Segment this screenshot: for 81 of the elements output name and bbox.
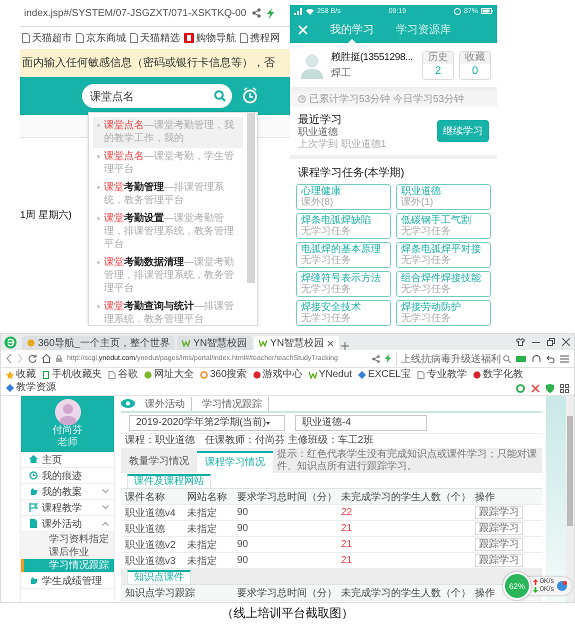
table-cell-text: 未指定 [187, 554, 217, 568]
table-cell-text: 未指定 [187, 506, 217, 520]
browser-tab[interactable]: YN智慧校园 [177, 336, 252, 350]
nav-item[interactable]: 课程教学 [21, 500, 114, 516]
column-header: 知识点学习跟踪 [125, 586, 195, 600]
table-cell: 21 [341, 555, 352, 566]
breadcrumb-link[interactable]: 学习情况跟踪 [196, 396, 269, 410]
table-cell: 90 [237, 507, 248, 518]
table-cell-text: 职业道德v2 [125, 538, 176, 552]
user-role: 焊工 [331, 67, 352, 80]
suggestion-item[interactable]: 课堂考勤查询与统计—排课管理系统，教务管理平台 [93, 298, 243, 326]
column-header: 未完成学习的学生人数（个） [341, 586, 471, 600]
user-name: 赖胜挺(13551298... [331, 50, 414, 64]
table-cell-text: 职业道德v3 [125, 554, 176, 568]
column-header: 操作 [475, 586, 495, 600]
browser-tab[interactable]: YN智慧校园 [254, 336, 340, 350]
nav-item[interactable]: 我的教案 [21, 484, 114, 500]
table-cell: 21 [341, 539, 352, 550]
table-cell-text: 职业道德 [125, 522, 165, 536]
bookmark-link[interactable]: 游戏中心 [252, 369, 303, 381]
nav-subitem[interactable]: 学习资料指定 [21, 533, 114, 546]
bookmark-link[interactable]: YNedut [308, 369, 352, 381]
breadcrumb-link[interactable]: 课外活动 [139, 396, 192, 410]
bookmark-link[interactable]: 携程网 [240, 31, 280, 45]
dropdown[interactable]: 职业道德-4 [295, 415, 428, 431]
bookmark-link[interactable]: 谷歌 [108, 369, 138, 381]
user-name: 付尚芬 [52, 425, 82, 436]
tab[interactable]: 教量学习情况 [121, 451, 197, 473]
track-button[interactable]: 跟踪学习 [475, 506, 523, 519]
hint-text: 提示：红色代表学生没有完成知识点或课件学习；只能对课件、知识点所有进行跟踪学习。 [276, 449, 538, 473]
suggestion-item[interactable]: 课堂点名—课堂考勤，学生管理平台 [93, 148, 243, 179]
bookmark-link[interactable]: 网址大全 [144, 369, 194, 381]
bookmark-link[interactable]: 教学资源 [6, 382, 56, 394]
suggestion-item[interactable]: 课堂考勤数据清理—课堂考勤管理，排课管理系统，教务管理平台 [93, 254, 243, 298]
nav-item[interactable]: 学生成绩管理 [21, 573, 114, 589]
column-header: 网站名称 [187, 490, 227, 504]
bookmark-link[interactable]: EXCEL宝 [358, 369, 411, 381]
column-header: 要求学习总时间（分） [237, 490, 337, 504]
column-header: 课件名称 [125, 490, 165, 504]
table-cell: 90 [237, 523, 248, 534]
week-label: 1周 星期六) [20, 208, 72, 222]
bookmark-link[interactable]: 360搜索 [200, 369, 247, 381]
bookmark-link[interactable]: 天猫超市 [22, 31, 72, 45]
table-cell: 90 [237, 555, 248, 566]
section-title: 课程学习任务(本学期) [297, 166, 406, 181]
track-button[interactable]: 跟踪学习 [475, 554, 523, 567]
suggestion-item[interactable]: 课堂考勤设置—课堂考勤管理，排课管理系统，教务管理平台 [93, 210, 243, 254]
table-cell: 90 [237, 539, 248, 550]
suggestion-item[interactable]: 课堂考勤管理—排课管理系统，教务管理平台 [93, 179, 243, 210]
table-cell-text: 未指定 [187, 538, 217, 552]
last-lesson: 上次学到 职业道德1 [298, 138, 388, 150]
column-header: 未完成学习的学生人数（个） [341, 490, 471, 504]
search-field[interactable]: 课堂点名 [82, 84, 232, 108]
search-field[interactable]: 上线抗病毒升级送福利 [396, 352, 511, 366]
column-header: 操作 [475, 490, 495, 504]
table-cell: 22 [341, 507, 352, 518]
address-text: index.jsp#/SYSTEM/07-JSGZXT/071-XSKTKQ-00 [24, 8, 246, 18]
table-cell-text: 职业道德v4 [125, 506, 176, 520]
figure-caption: （线上培训平台截取图） [222, 606, 354, 620]
section-title: 最近学习 [298, 112, 343, 126]
nav-subitem[interactable]: 课后作业 [21, 546, 114, 559]
study-time: 已累计学习53分钟 今日学习53分钟 [309, 92, 464, 106]
browser-tab[interactable]: 360导航_一个主页，整个世界 [22, 336, 176, 350]
nav-item[interactable]: 我的痕迹 [21, 468, 114, 484]
bookmark-link[interactable]: 收藏 [6, 369, 36, 381]
warning-banner: 面内输入任何敏感信息（密码或银行卡信息等），否 [20, 49, 290, 77]
bookmark-link[interactable]: 手机收藏夹 [42, 369, 102, 381]
bookmark-link[interactable]: 购物导航 [184, 31, 236, 45]
course-name: 职业道德 [298, 126, 339, 138]
table-cell: 21 [341, 523, 352, 534]
table-cell-text: 未指定 [187, 522, 217, 536]
bookmark-link[interactable]: 数字化教 [472, 369, 523, 381]
nav-item[interactable]: 主页 [21, 452, 114, 468]
column-header: 要求学习总时间（分） [237, 586, 337, 600]
user-role: 老师 [58, 437, 78, 448]
bookmark-link[interactable]: 京东商城 [76, 31, 126, 45]
dropdown[interactable]: 2019-2020学年第2学期(当前) [129, 415, 286, 431]
bookmark-link[interactable]: 专业教学 [416, 369, 467, 381]
bookmark-link[interactable]: 天猫精选 [130, 31, 180, 45]
track-button[interactable]: 跟踪学习 [475, 522, 523, 535]
track-button[interactable]: 跟踪学习 [475, 538, 523, 551]
